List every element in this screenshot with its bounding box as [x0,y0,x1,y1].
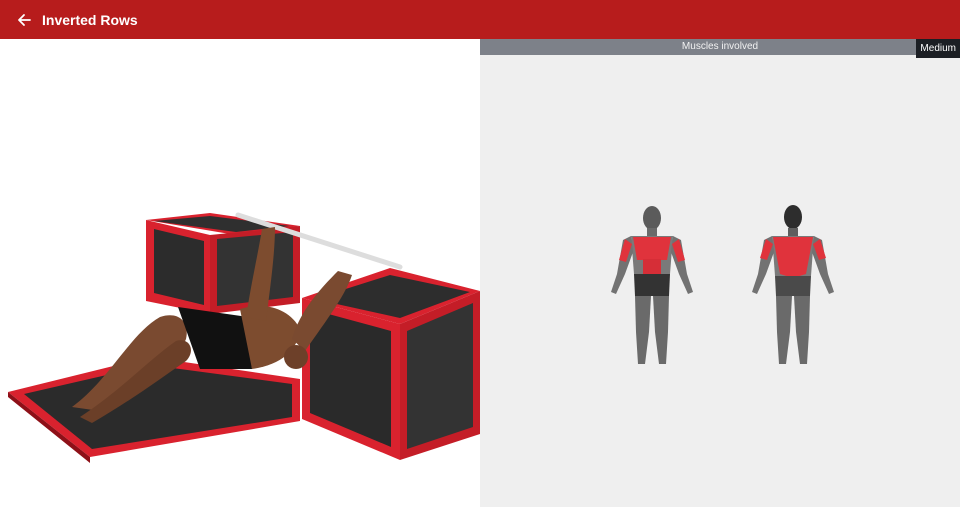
app-bar: Inverted Rows [0,0,960,39]
arrow-left-icon [18,13,31,26]
back-button[interactable] [16,12,32,28]
difficulty-badge: Medium [916,39,960,58]
page-title: Inverted Rows [42,11,138,28]
exercise-illustration-panel [0,39,480,507]
exercise-illustration [8,212,480,463]
body-front-figure [611,206,693,364]
muscles-panel: Muscles involved Medium [480,39,960,507]
body-back-figure [752,205,834,364]
muscles-involved-label: Muscles involved [480,39,960,55]
